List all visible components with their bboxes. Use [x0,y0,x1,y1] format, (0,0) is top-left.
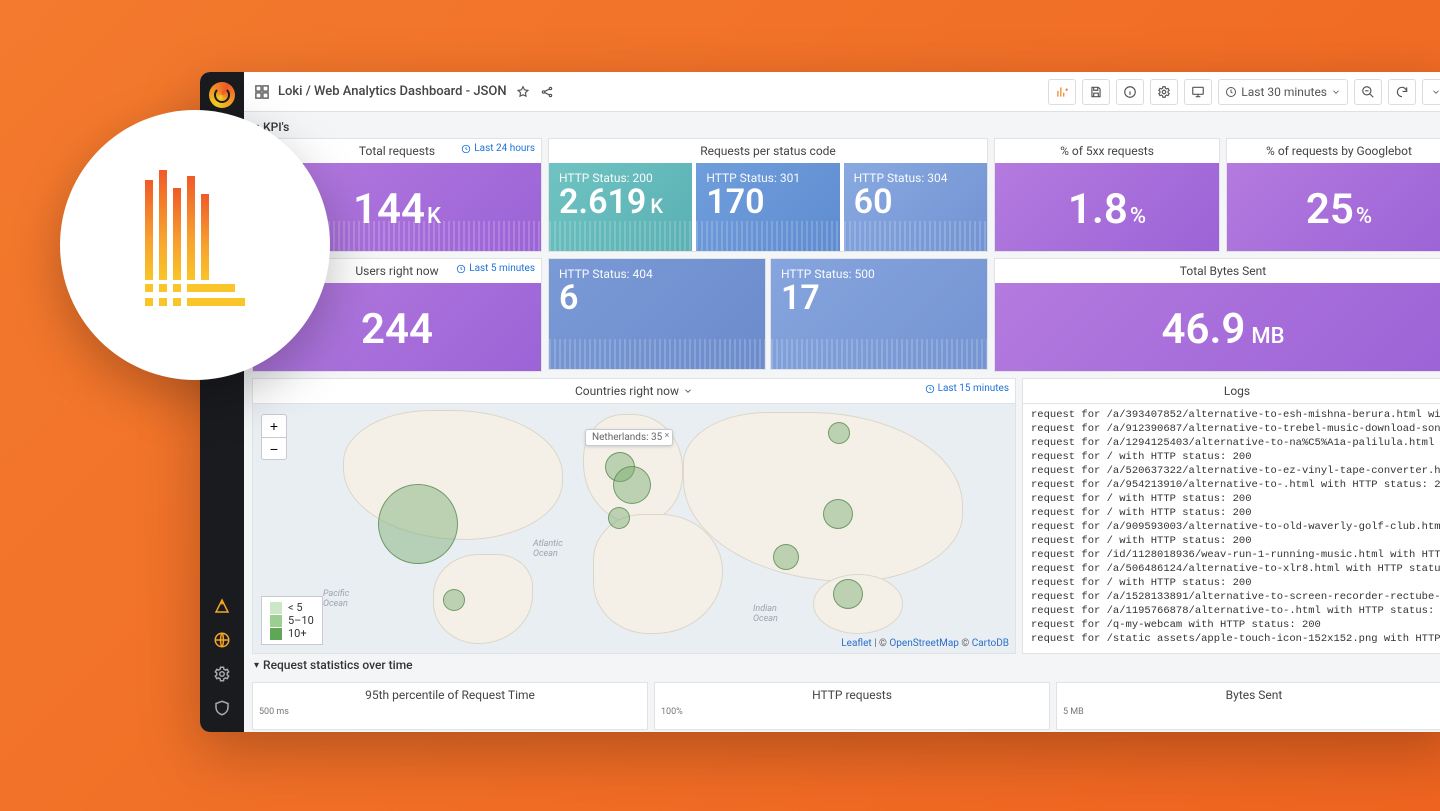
panel-bytes-chart[interactable]: Bytes Sent 5 MB [1056,682,1440,730]
panel-logs[interactable]: Logs request for /a/393407852/alternativ… [1022,378,1440,654]
monitor-button[interactable] [1184,79,1212,105]
log-line: request for /a/909593003/alternative-to-… [1031,520,1440,534]
log-line: request for /a/1294125403/alternative-to… [1031,436,1440,450]
time-range-label: Last 30 minutes [1241,85,1327,99]
panel-http-requests[interactable]: HTTP requests 100% [654,682,1050,730]
log-line: request for / with HTTP status: 200 [1031,506,1440,520]
settings-button[interactable] [1150,79,1178,105]
breadcrumb[interactable]: Loki / Web Analytics Dashboard - JSON [278,84,507,99]
refresh-button[interactable] [1388,79,1416,105]
time-range-picker[interactable]: Last 30 minutes [1218,79,1348,105]
log-line: request for /id/1128018936/weav-run-1-ru… [1031,548,1440,562]
grafana-window: Loki / Web Analytics Dashboard - JSON [200,72,1440,732]
loki-logo-badge [60,110,330,380]
panel-bytes-sent[interactable]: Total Bytes Sent 46.9 MB [994,258,1440,372]
status-tile-301[interactable]: HTTP Status: 301 170 [696,163,839,251]
log-line: request for / with HTTP status: 200 [1031,576,1440,590]
status-tile-500[interactable]: HTTP Status: 500 17 [770,258,988,370]
log-line: request for /a/1195766878/alternative-to… [1031,604,1440,618]
time-badge: Last 24 hours [461,143,535,154]
dashboard-grid-icon[interactable] [254,84,270,100]
save-button[interactable] [1082,79,1110,105]
status-tile-404[interactable]: HTTP Status: 404 6 [548,258,766,370]
logs-list[interactable]: request for /a/393407852/alternative-to-… [1023,403,1440,653]
zoom-in-button[interactable]: + [262,415,286,437]
star-icon[interactable] [515,84,531,100]
status-tile-304[interactable]: HTTP Status: 304 60 [844,163,987,251]
map-zoom-control: + − [261,414,287,460]
panel-countries[interactable]: Countries right now Last 15 minutes [252,378,1016,654]
panel-p95[interactable]: 95th percentile of Request Time 500 ms [252,682,648,730]
panel-pct-googlebot[interactable]: % of requests by Googlebot 25% [1226,138,1440,252]
topbar: Loki / Web Analytics Dashboard - JSON [244,72,1440,112]
main-area: Loki / Web Analytics Dashboard - JSON [244,72,1440,732]
log-line: request for /a/912390687/alternative-to-… [1031,422,1440,436]
chevron-down-icon [683,386,693,396]
status-tile-200[interactable]: HTTP Status: 200 2.619 K [549,163,692,251]
add-panel-button[interactable] [1048,79,1076,105]
refresh-interval-dropdown[interactable] [1422,79,1440,105]
log-line: request for / with HTTP status: 200 [1031,534,1440,548]
log-line: request for / with HTTP status: 200 [1031,492,1440,506]
loki-logo-icon [125,170,265,320]
close-icon[interactable]: × [664,431,669,441]
shield-icon[interactable] [212,698,232,718]
zoom-out-button[interactable]: − [262,437,286,459]
log-line: request for / with HTTP status: 200 [1031,450,1440,464]
panel-per-status[interactable]: Requests per status code HTTP Status: 20… [548,138,988,252]
log-line: request for /static assets/apple-touch-i… [1031,632,1440,646]
log-line: request for /q-my-webcam with HTTP statu… [1031,618,1440,632]
log-line: request for /a/393407852/alternative-to-… [1031,408,1440,422]
alert-icon[interactable] [212,596,232,616]
time-badge: Last 5 minutes [456,263,535,274]
map-tooltip: Netherlands: 35× [585,429,673,446]
dashboard-content: ▾ KPI's Total requests Last 24 hours 144 [244,112,1440,732]
grafana-logo-icon[interactable] [209,82,235,108]
section-request-stats[interactable]: ▾ Request statistics over time [252,654,1440,676]
section-kpis[interactable]: ▾ KPI's [252,116,1440,138]
zoom-out-button[interactable] [1354,79,1382,105]
map-attribution: Leaflet | © OpenStreetMap © CartoDB [841,638,1009,649]
panel-pct-5xx[interactable]: % of 5xx requests 1.8% [994,138,1220,252]
globe-icon[interactable] [212,630,232,650]
panel-per-status-bottom[interactable]: HTTP Status: 404 6 HTTP Status: 500 17 [548,258,988,372]
log-line: request for /a/1528133891/alternative-to… [1031,590,1440,604]
gear-icon[interactable] [212,664,232,684]
world-map[interactable]: PacificOcean AtlanticOcean IndianOcean [253,403,1015,653]
chevron-down-icon: ▾ [254,660,259,671]
share-icon[interactable] [539,84,555,100]
log-line: request for /a/954213910/alternative-to-… [1031,478,1440,492]
time-badge: Last 15 minutes [925,383,1009,394]
log-line: request for /a/506486124/alternative-to-… [1031,562,1440,576]
map-legend: < 5 5–10 10+ [261,596,323,645]
log-line: request for /a/520637322/alternative-to-… [1031,464,1440,478]
info-button[interactable] [1116,79,1144,105]
